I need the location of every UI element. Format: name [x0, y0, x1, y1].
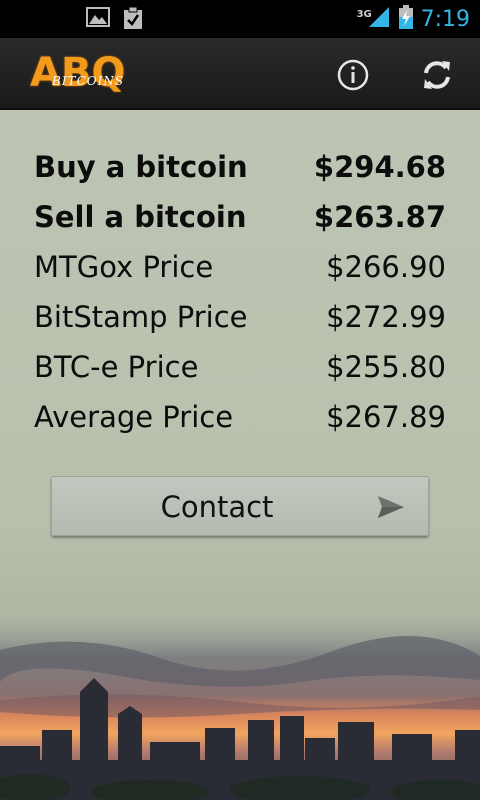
main-content: Buy a bitcoin $294.68 Sell a bitcoin $26… [0, 110, 480, 800]
info-button[interactable] [334, 56, 372, 94]
price-label: Average Price [34, 400, 234, 434]
price-value: $267.89 [326, 400, 446, 434]
price-label: Sell a bitcoin [34, 200, 247, 234]
contact-label: Contact [160, 490, 274, 524]
price-value: $255.80 [326, 350, 446, 384]
logo-text: ABQ [30, 50, 126, 96]
info-icon [337, 59, 369, 91]
app-logo: ABQ BITCOINS [22, 50, 162, 100]
city-skyline-image [0, 610, 480, 800]
image-notification-icon [86, 6, 110, 34]
refresh-icon [424, 61, 450, 89]
action-bar: ABQ BITCOINS [0, 38, 480, 110]
refresh-button[interactable] [418, 56, 456, 94]
price-row-mtgox: MTGox Price $266.90 [34, 245, 446, 289]
send-icon [378, 496, 404, 518]
price-row-average: Average Price $267.89 [34, 395, 446, 439]
price-row-buy: Buy a bitcoin $294.68 [34, 145, 446, 189]
price-row-bitstamp: BitStamp Price $272.99 [34, 295, 446, 339]
price-label: BitStamp Price [34, 300, 248, 334]
price-row-sell: Sell a bitcoin $263.87 [34, 195, 446, 239]
clipboard-check-icon [122, 6, 144, 34]
status-icons: 3G 7:19 [357, 0, 470, 38]
logo-subtext: BITCOINS [52, 74, 125, 88]
price-value: $266.90 [326, 250, 446, 284]
price-label: MTGox Price [34, 250, 214, 284]
network-type: 3G [356, 9, 372, 20]
notification-icons [86, 6, 144, 34]
contact-button[interactable]: Contact [51, 476, 429, 536]
price-value: $263.87 [313, 200, 446, 234]
battery-charging-icon [398, 5, 413, 33]
price-label: BTC-e Price [34, 350, 199, 384]
signal-icon: 3G [357, 5, 391, 33]
price-value: $294.68 [313, 150, 446, 184]
price-value: $272.99 [326, 300, 446, 334]
price-label: Buy a bitcoin [34, 150, 248, 184]
price-row-btce: BTC-e Price $255.80 [34, 345, 446, 389]
clock: 7:19 [420, 6, 470, 32]
status-bar: 3G 7:19 [0, 0, 480, 38]
